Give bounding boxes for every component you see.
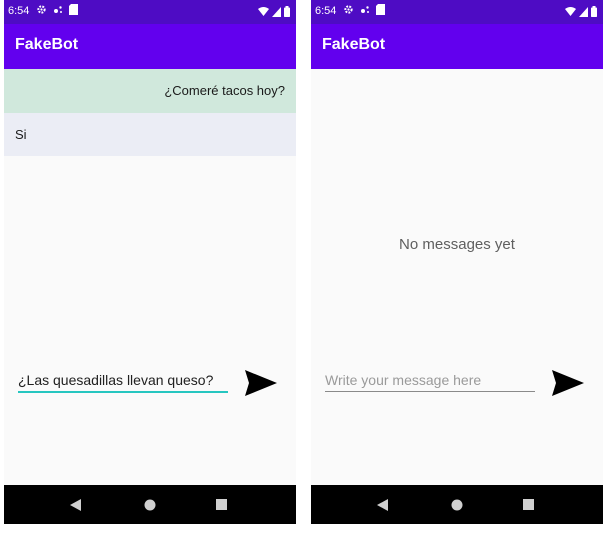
status-bar: 6:54	[4, 0, 296, 24]
status-bar: 6:54	[311, 0, 603, 24]
send-icon[interactable]	[551, 368, 585, 398]
signal-icon	[272, 6, 281, 17]
app-bar: FakeBot	[4, 24, 296, 69]
data-saver-icon	[54, 5, 62, 13]
nav-home-icon[interactable]	[451, 499, 463, 511]
battery-icon	[284, 6, 290, 17]
wifi-icon	[258, 6, 269, 16]
message-input[interactable]	[325, 370, 535, 392]
bot-message-text: Si	[15, 127, 27, 142]
status-time: 6:54	[8, 5, 30, 17]
bot-message: Si	[4, 113, 296, 156]
nav-recents-icon[interactable]	[523, 499, 534, 510]
send-icon[interactable]	[244, 368, 278, 398]
nav-recents-icon[interactable]	[216, 499, 227, 510]
phone-screen-conversation: 6:54 FakeBot ¿Comeré tacos hoy? Si	[4, 0, 296, 524]
navigation-bar	[311, 485, 603, 524]
app-title: FakeBot	[15, 36, 79, 53]
sim-icon	[69, 4, 78, 15]
phone-screen-empty: 6:54 FakeBot No messages yet	[311, 0, 603, 524]
message-list: No messages yet	[311, 69, 603, 485]
gear-icon	[344, 5, 353, 14]
status-time: 6:54	[315, 5, 337, 17]
signal-icon	[579, 6, 588, 17]
nav-home-icon[interactable]	[144, 499, 156, 511]
app-title: FakeBot	[322, 36, 386, 53]
wifi-icon	[565, 6, 576, 16]
battery-icon	[591, 6, 597, 17]
nav-back-icon[interactable]	[377, 499, 388, 511]
data-saver-icon	[361, 5, 369, 13]
user-message: ¿Comeré tacos hoy?	[4, 69, 296, 113]
app-bar: FakeBot	[311, 24, 603, 69]
navigation-bar	[4, 485, 296, 524]
message-list: ¿Comeré tacos hoy? Si	[4, 69, 296, 485]
nav-back-icon[interactable]	[70, 499, 81, 511]
sim-icon	[376, 4, 385, 15]
user-message-text: ¿Comeré tacos hoy?	[164, 83, 285, 98]
gear-icon	[37, 5, 46, 14]
message-input[interactable]	[18, 370, 228, 393]
empty-state-text: No messages yet	[399, 236, 515, 253]
